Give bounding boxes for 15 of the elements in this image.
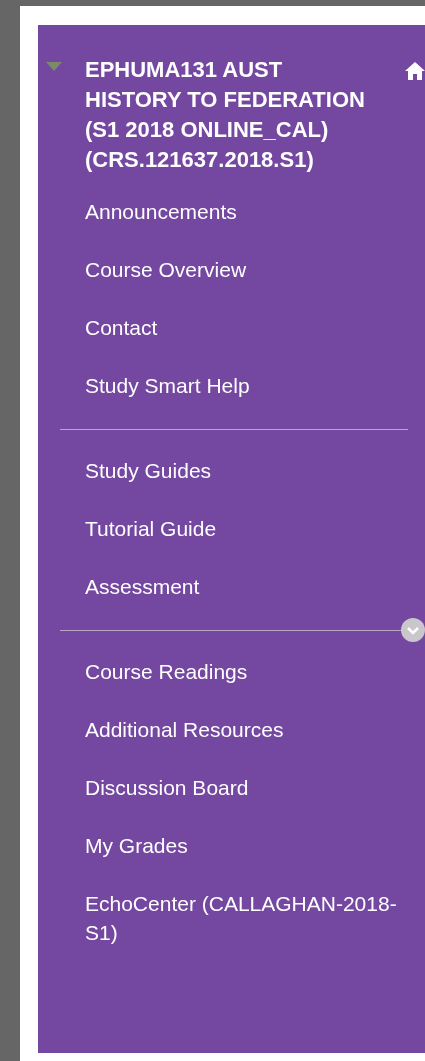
menu-link[interactable]: Course Overview — [38, 241, 418, 299]
collapse-chevron-icon[interactable] — [401, 618, 425, 642]
menu-link[interactable]: Study Smart Help — [38, 357, 418, 415]
menu-link[interactable]: My Grades — [38, 817, 418, 875]
menu-link[interactable]: EchoCenter (CALLAGHAN-2018-S1) — [38, 875, 418, 962]
menu-link[interactable]: Discussion Board — [38, 759, 418, 817]
menu-link[interactable]: Additional Resources — [38, 701, 418, 759]
menu-link[interactable]: Contact — [38, 299, 418, 357]
course-title: EPHUMA131 AUST HISTORY TO FEDERATION (S1 2018 ONLINE_CAL) (CRS.121637.2018.S1) — [85, 56, 366, 174]
menu-link[interactable]: Announcements — [38, 183, 418, 241]
menu-link[interactable]: Tutorial Guide — [38, 500, 418, 558]
menu-link[interactable]: Assessment — [38, 558, 418, 616]
home-icon[interactable] — [405, 61, 425, 81]
menu-link[interactable]: Study Guides — [38, 442, 418, 500]
menu-link[interactable]: Course Readings — [38, 643, 418, 701]
